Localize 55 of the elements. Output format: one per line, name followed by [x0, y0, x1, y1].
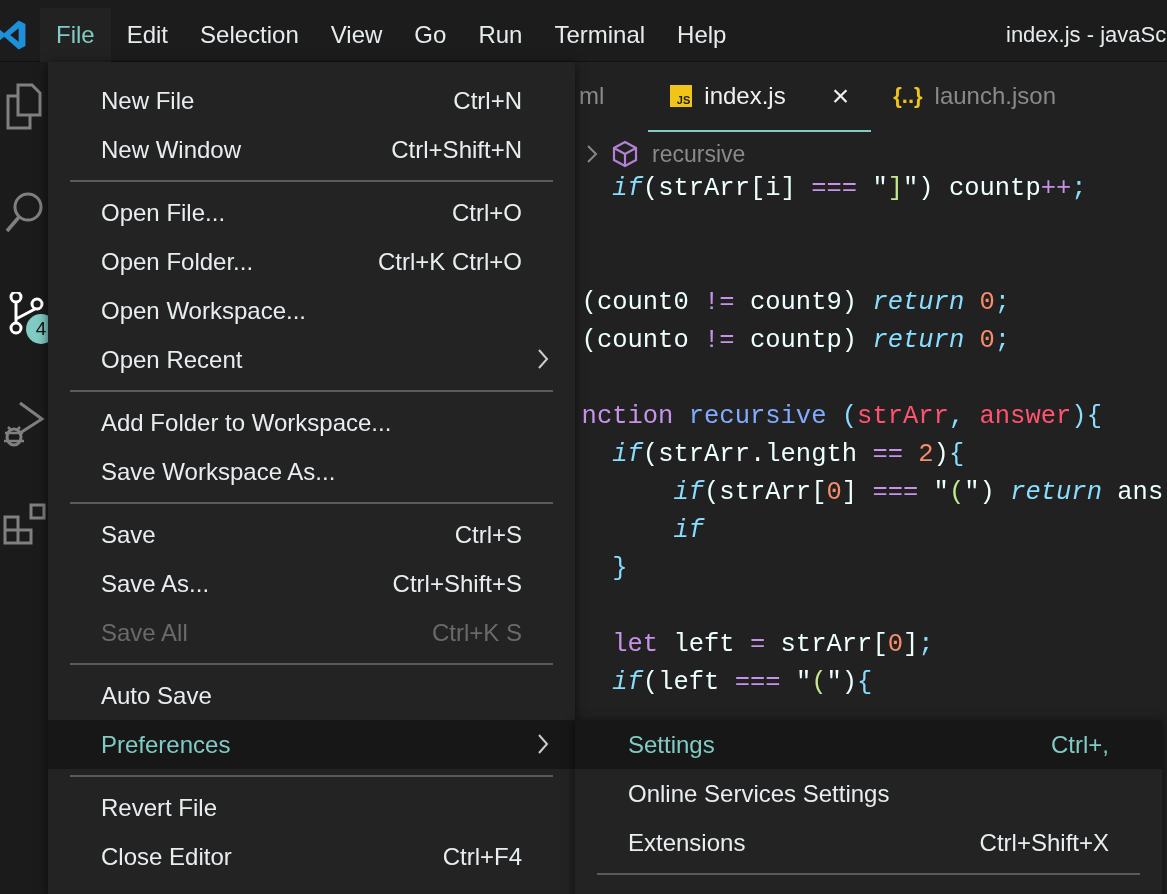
menu-bar-item[interactable]: File [40, 7, 111, 62]
menu-item[interactable]: Online Services Settings [575, 769, 1162, 818]
window-title: index.js - javaSc [1006, 21, 1167, 48]
tab-label: index.js [704, 82, 786, 110]
menu-bar-item[interactable]: Selection [184, 7, 315, 62]
code-line: (counto != countp) return 0; [580, 325, 1012, 357]
menu-item[interactable]: Open Folder... Ctrl+K Ctrl+O [48, 237, 575, 286]
menu-item[interactable]: Settings Ctrl+, [575, 720, 1162, 769]
code-line: if(strArr.length == 2){ [611, 439, 966, 471]
code-line: if(strArr[i] === "]") countp++; [611, 173, 1088, 205]
js-file-icon: JS [670, 85, 693, 107]
menu-bar-item[interactable]: Edit [110, 7, 185, 62]
editor-tab[interactable]: JS index.js × [648, 62, 872, 132]
shortcut-text: Ctrl+K S [431, 618, 522, 647]
close-icon[interactable]: × [831, 79, 850, 113]
menu-item[interactable]: Add Folder to Workspace... [48, 398, 575, 447]
menu-item[interactable]: Close Editor Ctrl+F4 [48, 832, 575, 881]
tab-label: ml [579, 82, 605, 110]
chevron-right-icon [537, 733, 549, 755]
menu-item[interactable]: Open File... Ctrl+O [48, 188, 575, 237]
menu-bar-item[interactable]: Run [462, 7, 539, 62]
shortcut-text: Ctrl+N [453, 86, 522, 115]
menu-item[interactable]: Save Workspace As... [48, 447, 575, 496]
shortcut-text: Ctrl+, [1051, 730, 1109, 759]
shortcut-text: Ctrl+Shift+N [391, 135, 522, 164]
code-line: if [672, 515, 706, 547]
shortcut-text: Ctrl+Shift+X [979, 828, 1109, 857]
menu-item[interactable]: Preferences [48, 720, 575, 769]
code-line: if(left === "("){ [611, 667, 874, 699]
editor-tab[interactable]: {..} launch.json [871, 62, 1078, 132]
menu-bar-item[interactable]: View [314, 7, 399, 62]
cube-icon [612, 140, 638, 168]
menu-bar-item[interactable]: Go [398, 7, 463, 62]
shortcut-text: Ctrl+Shift+S [392, 569, 522, 598]
menu-item[interactable]: Extensions Ctrl+Shift+X [575, 818, 1162, 867]
code-line: nction recursive (strArr, answer){ [580, 401, 1103, 433]
menu-item[interactable]: Auto Save [48, 671, 575, 720]
menu-item[interactable]: Save Ctrl+S [48, 510, 575, 559]
braces-icon: {..} [893, 83, 923, 109]
code-line: (count0 != count9) return 0; [580, 287, 1012, 319]
code-line: if(strArr[0] === "(") return ans [672, 477, 1165, 509]
code-line: let left = strArr[0]; [611, 629, 935, 661]
shortcut-text: Ctrl+O [452, 198, 522, 227]
chevron-right-icon [537, 348, 549, 370]
tab-label: launch.json [934, 82, 1056, 110]
code-line: } [611, 553, 629, 585]
breadcrumb-item[interactable]: recursive [652, 140, 746, 168]
menu-bar-item[interactable]: Help [661, 7, 743, 62]
shortcut-text: Ctrl+K Ctrl+O [377, 247, 522, 276]
shortcut-text: Ctrl+F4 [442, 842, 522, 871]
chevron-right-icon [586, 144, 598, 164]
menu-item[interactable]: Revert File [48, 783, 575, 832]
shortcut-text: Ctrl+S [454, 520, 522, 549]
menu-item[interactable]: Save As... Ctrl+Shift+S [48, 559, 575, 608]
menu-bar-item[interactable]: Terminal [538, 7, 662, 62]
